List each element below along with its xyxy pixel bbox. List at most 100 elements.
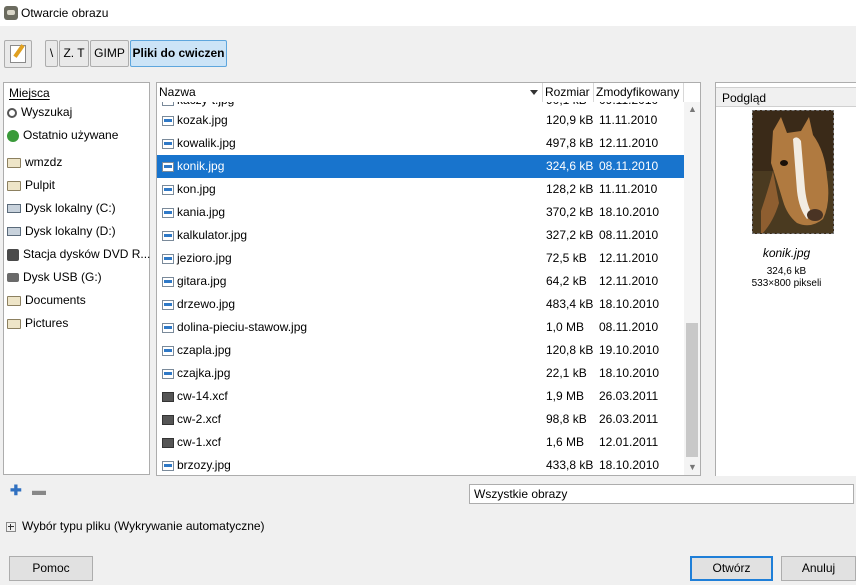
- help-button[interactable]: Pomoc: [9, 556, 93, 581]
- file-name: kalkulator.jpg: [177, 228, 248, 242]
- place-label: wmzdz: [25, 155, 63, 169]
- remove-bookmark-button[interactable]: ▬: [32, 482, 46, 498]
- place-label: Dysk USB (G:): [23, 270, 102, 284]
- type-location-button[interactable]: [4, 40, 32, 68]
- place-recent[interactable]: Ostatnio używane: [7, 125, 118, 145]
- table-row[interactable]: drzewo.jpg 483,4 kB 18.10.2010: [157, 293, 684, 316]
- image-file-icon: [162, 102, 174, 106]
- place-drive-d[interactable]: Dysk lokalny (D:): [7, 221, 116, 241]
- preview-header[interactable]: Podgląd: [716, 87, 856, 107]
- table-row-selected[interactable]: konik.jpg 324,6 kB 08.11.2010: [157, 155, 684, 178]
- image-file-icon: [162, 254, 174, 264]
- file-name: gitara.jpg: [177, 274, 227, 288]
- preview-panel: Podgląd konik.jpg 324,6 kB 533×800 pikse…: [715, 82, 856, 476]
- place-label: Ostatnio używane: [23, 128, 119, 142]
- place-dvd[interactable]: Stacja dysków DVD R...: [7, 244, 150, 264]
- places-header[interactable]: Miejsca: [9, 86, 50, 100]
- file-date: 11.11.2010: [599, 113, 658, 127]
- table-row[interactable]: kalkulator.jpg 327,2 kB 08.11.2010: [157, 224, 684, 247]
- place-usb[interactable]: Dysk USB (G:): [7, 267, 102, 287]
- recent-icon: [7, 129, 19, 142]
- file-filter-combo[interactable]: Wszystkie obrazy: [469, 484, 854, 504]
- table-row[interactable]: czajka.jpg 22,1 kB 18.10.2010: [157, 362, 684, 385]
- table-row[interactable]: brzozy.jpg 433,8 kB 18.10.2010: [157, 454, 684, 475]
- file-name: cw-14.xcf: [177, 389, 228, 403]
- column-name-header[interactable]: Nazwa: [157, 83, 543, 102]
- table-row[interactable]: kania.jpg 370,2 kB 18.10.2010: [157, 201, 684, 224]
- image-file-icon: [162, 323, 174, 333]
- preview-filename: konik.jpg: [762, 246, 811, 260]
- folder-icon: [7, 295, 21, 306]
- column-modified-header[interactable]: Zmodyfikowany: [594, 83, 684, 102]
- place-drive-c[interactable]: Dysk lokalny (C:): [7, 198, 116, 218]
- table-row[interactable]: gitara.jpg 64,2 kB 12.11.2010: [157, 270, 684, 293]
- place-search[interactable]: Wyszukaj: [7, 102, 72, 122]
- path-crumb-gimp[interactable]: GIMP: [90, 40, 129, 67]
- table-row[interactable]: cw-2.xcf 98,8 kB 26.03.2011: [157, 408, 684, 431]
- table-row[interactable]: czapla.jpg 120,8 kB 19.10.2010: [157, 339, 684, 362]
- place-documents[interactable]: Documents: [7, 290, 86, 310]
- gimp-app-icon: [4, 6, 18, 20]
- image-file-icon: [162, 139, 174, 149]
- file-size: 1,6 MB: [546, 435, 585, 449]
- xcf-file-icon: [162, 392, 174, 402]
- place-label: Pulpit: [25, 178, 56, 192]
- table-row[interactable]: jezioro.jpg 72,5 kB 12.11.2010: [157, 247, 684, 270]
- column-name-label: Nazwa: [159, 85, 196, 99]
- usb-icon: [7, 273, 19, 283]
- place-label: Documents: [25, 293, 86, 307]
- place-pictures[interactable]: Pictures: [7, 313, 68, 333]
- xcf-file-icon: [162, 438, 174, 448]
- file-name: kon.jpg: [177, 182, 216, 196]
- scrollbar-thumb[interactable]: [686, 323, 698, 457]
- place-desktop[interactable]: Pulpit: [7, 175, 55, 195]
- file-size: 98,8 kB: [546, 412, 587, 426]
- file-list-scrollbar[interactable]: ▲ ▼: [684, 102, 700, 475]
- file-size: 120,9 kB: [546, 113, 594, 127]
- file-size: 483,4 kB: [546, 297, 594, 311]
- table-row[interactable]: dolina-pieciu-stawow.jpg 1,0 MB 08.11.2010: [157, 316, 684, 339]
- file-date: 08.11.2010: [599, 320, 659, 334]
- file-name: dolina-pieciu-stawow.jpg: [177, 320, 308, 334]
- file-name: czajka.jpg: [177, 366, 231, 380]
- image-file-icon: [162, 277, 174, 287]
- add-bookmark-button[interactable]: ✚: [10, 482, 22, 499]
- path-crumb-current[interactable]: Pliki do cwiczen: [130, 40, 227, 67]
- table-row[interactable]: kon.jpg 128,2 kB 11.11.2010: [157, 178, 684, 201]
- image-file-icon: [162, 116, 174, 126]
- column-size-header[interactable]: Rozmiar: [543, 83, 594, 102]
- table-row[interactable]: cw-14.xcf 1,9 MB 26.03.2011: [157, 385, 684, 408]
- file-name: drzewo.jpg: [177, 297, 236, 311]
- place-wmzdz[interactable]: wmzdz: [7, 152, 62, 172]
- file-size: 22,1 kB: [546, 366, 587, 380]
- search-icon: [7, 107, 17, 118]
- file-rows: kaczy-t.jpg 90,1 kB 09.11.2010 kozak.jpg…: [157, 102, 684, 475]
- file-name: jezioro.jpg: [177, 251, 232, 265]
- chevron-down-icon[interactable]: ▼: [688, 462, 697, 472]
- file-size: 324,6 kB: [546, 159, 594, 173]
- file-date: 18.10.2010: [599, 297, 660, 311]
- file-name: cw-1.xcf: [177, 435, 222, 449]
- open-button[interactable]: Otwórz: [690, 556, 773, 581]
- file-type-expander[interactable]: Wybór typu pliku (Wykrywanie automatyczn…: [6, 519, 265, 533]
- path-crumb-root[interactable]: \: [45, 40, 58, 67]
- chevron-up-icon[interactable]: ▲: [688, 104, 697, 114]
- image-file-icon: [162, 185, 174, 195]
- window-title: Otwarcie obrazu: [21, 6, 109, 20]
- file-size: 370,2 kB: [546, 205, 594, 219]
- file-name: cw-2.xcf: [177, 412, 222, 426]
- image-file-icon: [162, 346, 174, 356]
- file-date: 12.11.2010: [599, 251, 659, 265]
- image-file-icon: [162, 208, 174, 218]
- path-crumb-zt[interactable]: Z. T: [59, 40, 89, 67]
- table-row[interactable]: kozak.jpg 120,9 kB 11.11.2010: [157, 109, 684, 132]
- file-date: 18.10.2010: [599, 205, 660, 219]
- title-bar: Otwarcie obrazu: [0, 0, 856, 26]
- cancel-button[interactable]: Anuluj: [781, 556, 856, 581]
- table-row[interactable]: kowalik.jpg 497,8 kB 12.11.2010: [157, 132, 684, 155]
- file-date: 11.11.2010: [599, 182, 658, 196]
- table-row[interactable]: cw-1.xcf 1,6 MB 12.01.2011: [157, 431, 684, 454]
- image-file-icon: [162, 300, 174, 310]
- pencil-icon: [10, 45, 26, 63]
- file-date: 19.10.2010: [599, 343, 660, 357]
